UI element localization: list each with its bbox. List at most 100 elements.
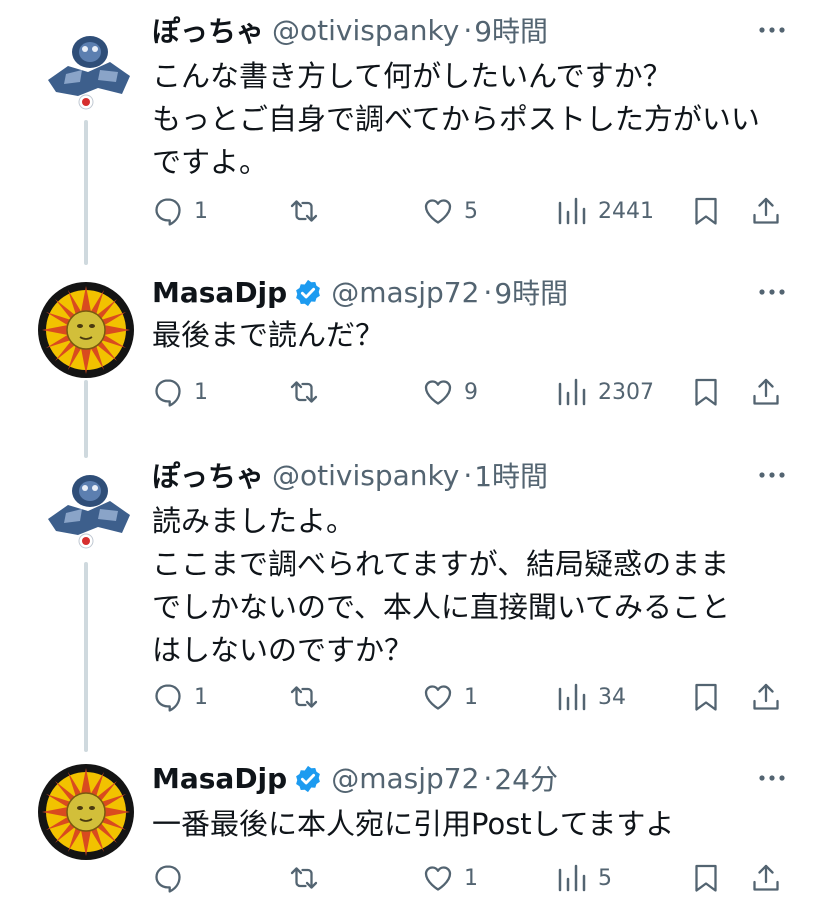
separator-dot: · [463,458,473,492]
like-button[interactable]: 1 [422,856,478,900]
share-upload-icon [753,378,779,405]
bookmark-button[interactable] [690,675,722,719]
tweet-text: 最後まで読んだ？ [152,314,802,357]
retweet-button[interactable] [288,856,330,900]
tweet-header: MasaDjp @masjp72 · 9時間 [152,272,568,312]
text-line: ですよ。 [152,145,269,179]
user-handle[interactable]: @masjp72 [331,276,479,309]
retweet-button[interactable] [288,189,330,233]
user-handle[interactable]: @otivispanky [272,14,459,47]
action-bar: 1 1 34 [0,675,828,719]
views-button[interactable]: 34 [556,675,626,719]
share-button[interactable] [750,189,782,233]
avatar[interactable] [38,461,134,557]
retweet-button[interactable] [288,370,330,414]
retweet-button[interactable] [288,675,330,719]
more-options-button[interactable] [752,764,792,792]
share-button[interactable] [750,856,782,900]
action-bar: 1 9 2307 [0,370,828,414]
share-upload-icon [753,683,779,710]
retweet-arrows-icon [290,686,318,708]
views-count: 5 [598,865,612,891]
more-options-button[interactable] [752,461,792,489]
action-bar: 1 5 2441 [0,189,828,233]
share-button[interactable] [750,370,782,414]
display-name[interactable]: MasaDjp [152,762,287,795]
bar-chart-icon [558,197,586,225]
reply-button[interactable] [152,856,194,900]
timestamp[interactable]: 24分 [494,758,558,798]
speech-bubble-icon [155,379,181,407]
display-name[interactable]: ぽっちゃ [152,10,264,50]
text-line: もっとご自身で調べてからポストした方がいい [152,102,760,136]
more-options-button[interactable] [752,16,792,44]
retweet-arrows-icon [290,381,318,403]
reply-button[interactable]: 1 [152,189,208,233]
bookmark-button[interactable] [690,189,722,233]
verified-badge-icon [296,765,321,793]
speech-bubble-icon [155,865,181,893]
views-button[interactable]: 5 [556,856,612,900]
ellipsis-icon [759,775,785,781]
tweet-text: 読みましたよ。 ここまで調べられてますが、結局疑惑のまま でしかないので、本人に… [152,500,802,672]
action-bar: 1 5 [0,856,828,900]
heart-icon [424,199,452,224]
reply-thread: ぽっちゃ @otivispanky · 9時間 こんな書き方して何がしたいんです… [0,0,828,913]
bookmark-button[interactable] [690,856,722,900]
views-button[interactable]: 2307 [556,370,654,414]
heart-icon [424,380,452,405]
reply-button[interactable]: 1 [152,675,208,719]
separator-dot: · [483,761,493,795]
tweet-header: MasaDjp @masjp72 · 24分 [152,758,558,798]
display-name[interactable]: ぽっちゃ [152,455,264,495]
separator-dot: · [463,13,473,47]
text-line: はしないのですか？ [152,633,414,667]
speech-bubble-icon [155,198,181,226]
reply-button[interactable]: 1 [152,370,208,414]
views-button[interactable]: 2441 [556,189,654,233]
display-name[interactable]: MasaDjp [152,276,287,309]
thread-connector [84,562,88,752]
avatar[interactable] [38,282,134,378]
ellipsis-icon [759,472,785,478]
more-options-button[interactable] [752,278,792,306]
timestamp[interactable]: 1時間 [474,455,548,495]
text-line: でしかないので、本人に直接聞いてみること [152,590,730,624]
bookmark-icon [695,683,717,711]
tweet-text: こんな書き方して何がしたいんですか？ もっとご自身で調べてからポストした方がいい… [152,55,802,184]
like-button[interactable]: 5 [422,189,478,233]
user-handle[interactable]: @masjp72 [331,762,479,795]
views-count: 2307 [598,379,654,405]
timestamp[interactable]: 9時間 [474,10,548,50]
bookmark-icon [695,378,717,406]
bookmark-icon [695,197,717,225]
like-button[interactable]: 1 [422,675,478,719]
views-count: 2441 [598,198,654,224]
text-line: 最後まで読んだ？ [152,318,385,352]
user-handle[interactable]: @otivispanky [272,459,459,492]
avatar[interactable] [38,764,134,860]
reply-count: 1 [194,684,208,710]
retweet-arrows-icon [290,867,318,889]
reply-count: 1 [194,379,208,405]
bookmark-button[interactable] [690,370,722,414]
tweet-header: ぽっちゃ @otivispanky · 9時間 [152,10,548,50]
heart-icon [424,685,452,710]
avatar[interactable] [38,22,134,118]
bookmark-icon [695,864,717,892]
bar-chart-icon [558,864,586,892]
tweet-text: 一番最後に本人宛に引用Postしてますよ [152,803,802,846]
verified-badge-icon [296,279,321,307]
ellipsis-icon [759,27,785,33]
bar-chart-icon [558,683,586,711]
share-upload-icon [753,864,779,891]
ellipsis-icon [759,289,785,295]
like-count: 1 [464,684,478,710]
speech-bubble-icon [155,684,181,712]
separator-dot: · [483,275,493,309]
heart-icon [424,866,452,891]
retweet-arrows-icon [290,200,318,222]
like-button[interactable]: 9 [422,370,478,414]
timestamp[interactable]: 9時間 [494,272,568,312]
share-button[interactable] [750,675,782,719]
